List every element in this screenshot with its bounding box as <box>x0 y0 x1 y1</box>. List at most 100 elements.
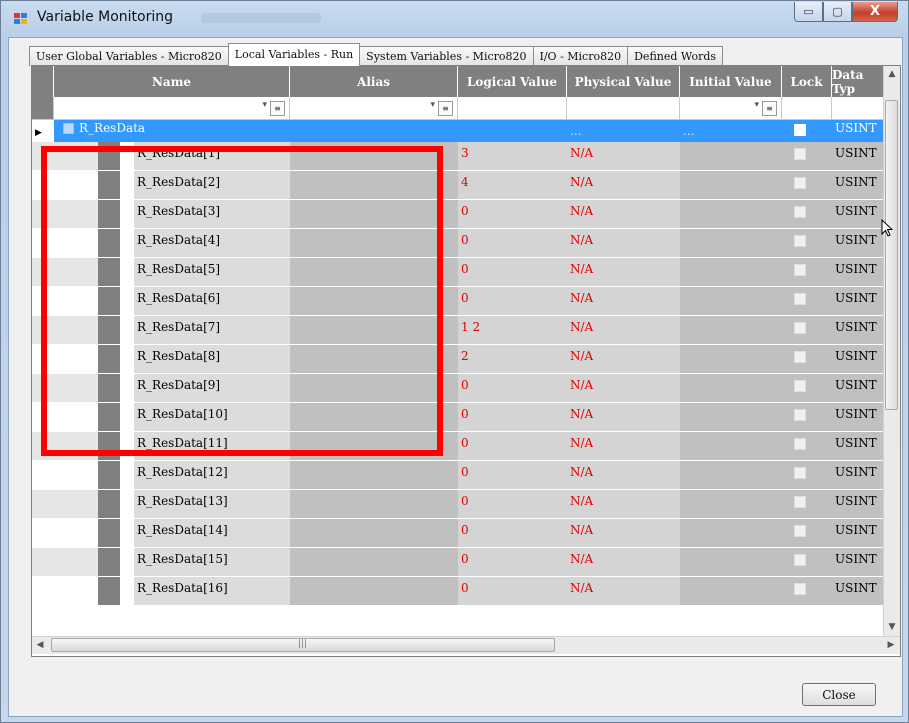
lock-cell[interactable] <box>782 345 832 373</box>
alias-cell[interactable] <box>290 490 458 518</box>
physical-value-cell[interactable]: N/A <box>567 577 680 605</box>
close-window-button[interactable]: X <box>852 2 898 22</box>
logical-value-cell[interactable]: 0 <box>458 403 567 431</box>
horizontal-scroll-thumb[interactable]: ||| <box>51 638 555 652</box>
physical-value-cell[interactable]: N/A <box>567 519 680 547</box>
row-selector[interactable] <box>32 403 54 431</box>
name-cell[interactable]: R_ResData[10] <box>134 403 290 431</box>
lock-checkbox[interactable] <box>794 293 806 305</box>
table-row[interactable]: R_ResData[4] 0 N/A USINT <box>32 229 887 258</box>
logical-value-cell[interactable]: 3 <box>458 142 567 170</box>
lock-checkbox[interactable] <box>794 380 806 392</box>
lock-checkbox[interactable] <box>794 264 806 276</box>
initial-value-cell[interactable] <box>680 490 782 518</box>
alias-cell[interactable] <box>290 577 458 605</box>
lock-cell[interactable] <box>782 461 832 489</box>
lock-checkbox[interactable] <box>794 467 806 479</box>
name-cell[interactable]: R_ResData[4] <box>134 229 290 257</box>
name-cell[interactable]: R_ResData[14] <box>134 519 290 547</box>
lock-checkbox[interactable] <box>794 235 806 247</box>
filter-cell[interactable] <box>458 97 567 120</box>
initial-value-cell[interactable] <box>680 345 782 373</box>
row-selector[interactable] <box>32 142 54 170</box>
physical-value-cell[interactable]: N/A <box>567 403 680 431</box>
lock-header[interactable]: Lock <box>782 66 832 97</box>
physical-value-cell[interactable]: N/A <box>567 200 680 228</box>
initial-value-cell[interactable] <box>680 200 782 228</box>
row-selector[interactable] <box>32 490 54 518</box>
vertical-scrollbar[interactable]: ▲ ▼ <box>883 66 900 636</box>
filter-icon[interactable]: ≡ <box>438 101 453 116</box>
physical-value-cell[interactable]: N/A <box>567 258 680 286</box>
physical-value-cell[interactable]: N/A <box>567 432 680 460</box>
lock-checkbox[interactable] <box>794 525 806 537</box>
lock-checkbox[interactable] <box>794 177 806 189</box>
initial-value-cell[interactable] <box>680 519 782 547</box>
lock-cell[interactable] <box>782 171 832 199</box>
minimize-button[interactable]: ▭ <box>794 2 823 22</box>
initial-value-cell[interactable] <box>680 461 782 489</box>
tab-io[interactable]: I/O - Micro820 <box>532 46 629 66</box>
logical-value-cell[interactable]: 0 <box>458 432 567 460</box>
logical-value-cell[interactable]: 0 <box>458 577 567 605</box>
filter-cell[interactable] <box>832 97 887 120</box>
alias-cell[interactable] <box>290 519 458 547</box>
filter-cell[interactable]: ▾ ≡ <box>290 97 458 120</box>
alias-header[interactable]: Alias <box>290 66 458 97</box>
table-row[interactable]: R_ResData[7] 1 2 N/A USINT <box>32 316 887 345</box>
initial-value-cell[interactable] <box>680 142 782 170</box>
logical-value-cell[interactable]: 0 <box>458 258 567 286</box>
name-cell[interactable]: R_ResData[9] <box>134 374 290 402</box>
scroll-up-icon[interactable]: ▲ <box>884 66 900 83</box>
physical-value-cell[interactable]: N/A <box>567 548 680 576</box>
lock-cell[interactable] <box>782 519 832 547</box>
initial-value-cell[interactable] <box>680 403 782 431</box>
lock-cell[interactable] <box>782 142 832 170</box>
row-selector[interactable] <box>32 432 54 460</box>
physical-value-cell[interactable]: N/A <box>567 345 680 373</box>
physical-value-cell[interactable]: N/A <box>567 490 680 518</box>
table-row-parent[interactable]: ▶ R_ResData...... USINT <box>32 120 887 148</box>
alias-cell[interactable] <box>290 142 458 170</box>
alias-cell[interactable] <box>290 229 458 257</box>
alias-cell[interactable] <box>290 345 458 373</box>
logical-value-cell[interactable]: 0 <box>458 229 567 257</box>
table-row[interactable]: R_ResData[9] 0 N/A USINT <box>32 374 887 403</box>
tab-local-variables[interactable]: Local Variables - Run <box>227 43 361 66</box>
name-cell[interactable]: R_ResData[3] <box>134 200 290 228</box>
lock-checkbox[interactable] <box>794 351 806 363</box>
row-selector[interactable] <box>32 577 54 605</box>
initial-value-cell[interactable] <box>680 316 782 344</box>
alias-cell[interactable] <box>290 374 458 402</box>
title-bar[interactable]: Variable Monitoring ▭ ▢ X <box>1 1 908 37</box>
chevron-down-icon[interactable]: ▾ <box>262 100 267 110</box>
initial-value-header[interactable]: Initial Value <box>680 66 782 97</box>
logical-value-cell[interactable]: 0 <box>458 374 567 402</box>
lock-checkbox[interactable] <box>794 496 806 508</box>
logical-value-cell[interactable]: 4 <box>458 171 567 199</box>
name-cell[interactable]: R_ResData[5] <box>134 258 290 286</box>
filter-cell[interactable]: ▾ ≡ <box>54 97 290 120</box>
initial-value-cell[interactable] <box>680 171 782 199</box>
lock-checkbox[interactable] <box>794 124 806 136</box>
table-row[interactable]: R_ResData[6] 0 N/A USINT <box>32 287 887 316</box>
alias-cell[interactable] <box>290 287 458 315</box>
alias-cell[interactable] <box>290 200 458 228</box>
logical-value-cell[interactable]: 0 <box>458 461 567 489</box>
data-type-header[interactable]: Data Typ <box>832 66 887 97</box>
logical-value-cell[interactable]: 0 <box>458 200 567 228</box>
lock-cell[interactable] <box>782 258 832 286</box>
logical-cell[interactable] <box>458 120 567 142</box>
scroll-down-icon[interactable]: ▼ <box>884 619 900 636</box>
row-selector[interactable] <box>32 316 54 344</box>
chevron-down-icon[interactable]: ▾ <box>754 100 759 110</box>
filter-icon[interactable]: ≡ <box>270 101 285 116</box>
table-row[interactable]: R_ResData[14] 0 N/A USINT <box>32 519 887 548</box>
name-cell[interactable]: R_ResData <box>54 120 290 142</box>
lock-cell[interactable] <box>782 432 832 460</box>
alias-cell[interactable] <box>290 403 458 431</box>
alias-cell[interactable] <box>290 461 458 489</box>
filter-cell[interactable] <box>782 97 832 120</box>
lock-checkbox[interactable] <box>794 438 806 450</box>
initial-value-cell[interactable] <box>680 374 782 402</box>
